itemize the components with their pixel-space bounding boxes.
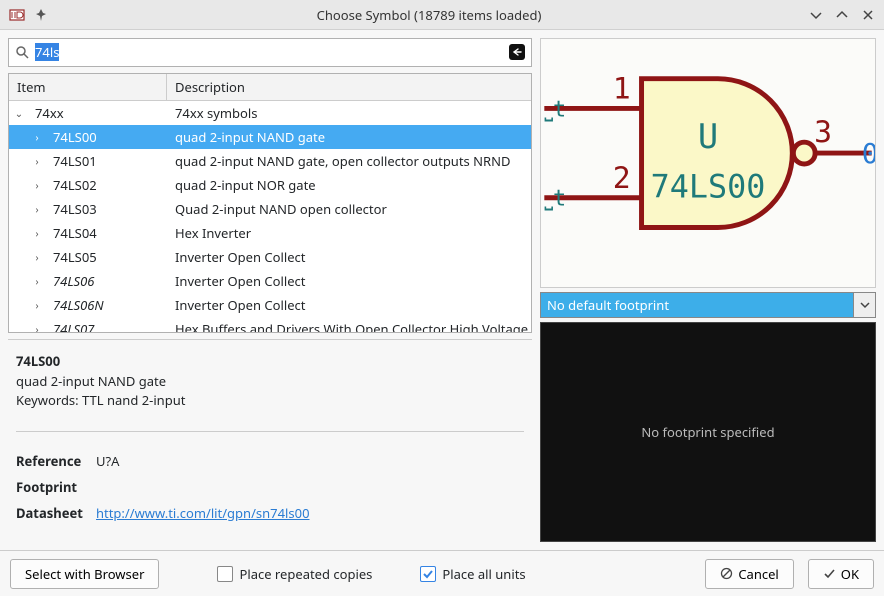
column-item[interactable]: Item xyxy=(9,74,167,100)
reference-label: Reference xyxy=(16,452,96,470)
expand-icon[interactable]: › xyxy=(27,178,47,192)
tree-label: 74LS07 xyxy=(47,320,94,332)
expand-icon[interactable]: › xyxy=(27,202,47,216)
window-title: Choose Symbol (18789 items loaded) xyxy=(50,6,808,24)
datasheet-value: http://www.ti.com/lit/gpn/sn74ls00 xyxy=(96,504,524,522)
tree-desc: quad 2-input NAND gate xyxy=(167,128,531,146)
ok-button[interactable]: OK xyxy=(808,559,874,589)
detail-description: quad 2-input NAND gate xyxy=(16,372,524,390)
tree-label: 74LS00 xyxy=(47,128,97,146)
expand-icon[interactable]: › xyxy=(27,154,47,168)
footprint-select[interactable]: No default footprint xyxy=(540,292,876,318)
tree-row-root[interactable]: ⌄74xx 74xx symbols xyxy=(9,101,531,125)
footprint-preview[interactable]: No footprint specified xyxy=(540,322,876,542)
pin3-label: 3 xyxy=(814,115,832,150)
close-button[interactable] xyxy=(860,7,876,23)
footprint-select-arrow[interactable] xyxy=(854,292,876,318)
search-field[interactable] xyxy=(8,38,532,67)
tree-label: 74LS05 xyxy=(47,248,97,266)
tree-row[interactable]: ›74LS05 Inverter Open Collect xyxy=(9,245,531,269)
tree-header: Item Description xyxy=(9,74,531,101)
tree-row[interactable]: ›74LS07 Hex Buffers and Drivers With Ope… xyxy=(9,317,531,332)
tree-desc: Hex Inverter xyxy=(167,224,531,242)
search-icon xyxy=(15,45,29,59)
tree-label: 74LS03 xyxy=(47,200,97,218)
tree-row[interactable]: ›74LS00 quad 2-input NAND gate xyxy=(9,125,531,149)
symbol-tree[interactable]: Item Description ⌄74xx 74xx symbols ›74L… xyxy=(8,73,532,333)
collapse-icon[interactable]: ⌄ xyxy=(9,106,29,120)
tree-desc: 74xx symbols xyxy=(167,104,531,122)
detail-name: 74LS00 xyxy=(16,352,524,370)
tree-label: 74LS04 xyxy=(47,224,97,242)
expand-icon[interactable]: › xyxy=(27,274,47,288)
tree-row[interactable]: ›74LS03 Quad 2-input NAND open collector xyxy=(9,197,531,221)
divider xyxy=(16,431,524,432)
tree-label: 74LS01 xyxy=(47,152,97,170)
footprint-select-text[interactable]: No default footprint xyxy=(540,292,854,318)
pin-icon[interactable] xyxy=(32,6,50,24)
cancel-icon xyxy=(720,567,733,580)
check-icon xyxy=(823,567,836,580)
ref-label: U xyxy=(698,117,718,156)
search-input[interactable] xyxy=(35,43,509,61)
column-description[interactable]: Description xyxy=(167,74,531,100)
tree-desc: Hex Buffers and Drivers With Open Collec… xyxy=(167,320,531,332)
datasheet-label: Datasheet xyxy=(16,504,96,522)
output-zero: 0 xyxy=(862,137,875,170)
clear-search-button[interactable] xyxy=(509,44,525,60)
expand-icon[interactable]: › xyxy=(27,322,47,332)
tree-label: 74LS06 xyxy=(47,272,94,290)
place-repeated-checkbox[interactable]: Place repeated copies xyxy=(217,565,372,583)
tree-desc: Inverter Open Collect xyxy=(167,296,531,314)
tree-desc: Inverter Open Collect xyxy=(167,272,531,290)
minimize-button[interactable] xyxy=(808,7,824,23)
footprint-label: Footprint xyxy=(16,478,96,496)
part-label: 74LS00 xyxy=(651,170,766,206)
expand-icon[interactable]: › xyxy=(27,226,47,240)
expand-icon[interactable]: › xyxy=(27,250,47,264)
tree-desc: quad 2-input NAND gate, open collector o… xyxy=(167,152,531,170)
footprint-preview-text: No footprint specified xyxy=(641,423,774,441)
pin2-hint: ⎵t xyxy=(544,187,566,212)
tree-desc: quad 2-input NOR gate xyxy=(167,176,531,194)
titlebar: Choose Symbol (18789 items loaded) xyxy=(0,0,884,30)
expand-icon[interactable]: › xyxy=(27,130,47,144)
tree-desc: Inverter Open Collect xyxy=(167,248,531,266)
tree-label: 74xx xyxy=(29,104,64,122)
details-panel: 74LS00 quad 2-input NAND gate Keywords: … xyxy=(8,339,532,542)
select-with-browser-button[interactable]: Select with Browser xyxy=(10,559,159,589)
tree-row[interactable]: ›74LS02 quad 2-input NOR gate xyxy=(9,173,531,197)
detail-keywords: Keywords: TTL nand 2-input xyxy=(16,391,524,409)
footer: Select with Browser Place repeated copie… xyxy=(0,550,884,596)
pin1-label: 1 xyxy=(613,72,631,107)
tree-desc: Quad 2-input NAND open collector xyxy=(167,200,531,218)
tree-row[interactable]: ›74LS01 quad 2-input NAND gate, open col… xyxy=(9,149,531,173)
place-all-units-checkbox[interactable]: Place all units xyxy=(420,565,525,583)
footprint-value xyxy=(96,478,524,496)
tree-row[interactable]: ›74LS06N Inverter Open Collect xyxy=(9,293,531,317)
pin1-hint: ⎵t xyxy=(544,97,566,122)
tree-label: 74LS06N xyxy=(47,296,104,314)
tree-row[interactable]: ›74LS04 Hex Inverter xyxy=(9,221,531,245)
cancel-button[interactable]: Cancel xyxy=(705,559,793,589)
app-icon xyxy=(8,6,26,24)
expand-icon[interactable]: › xyxy=(27,298,47,312)
tree-row[interactable]: ›74LS06 Inverter Open Collect xyxy=(9,269,531,293)
maximize-button[interactable] xyxy=(834,7,850,23)
symbol-preview[interactable]: 1 ⎵t 2 ⎵t 3 0 U 74LS00 xyxy=(540,38,876,288)
pin2-label: 2 xyxy=(613,161,631,196)
tree-label: 74LS02 xyxy=(47,176,97,194)
datasheet-link[interactable]: http://www.ti.com/lit/gpn/sn74ls00 xyxy=(96,504,310,522)
reference-value: U?A xyxy=(96,452,524,470)
